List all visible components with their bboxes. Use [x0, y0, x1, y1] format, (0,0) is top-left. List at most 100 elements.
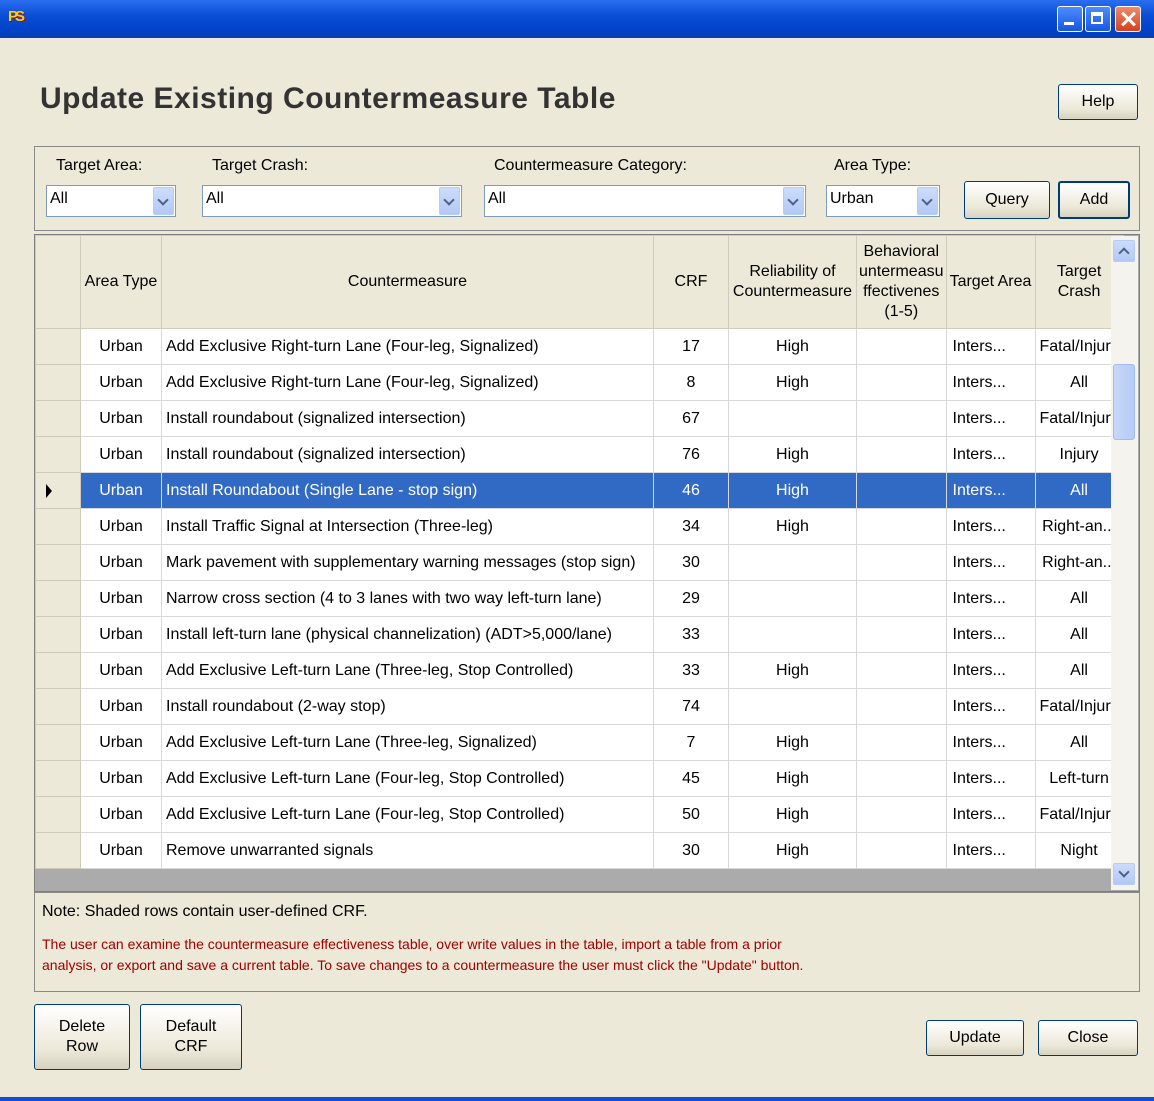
cell-target-crash[interactable]: Injury: [1034, 436, 1124, 473]
cell-crf[interactable]: 33: [653, 616, 729, 653]
cell-countermeasure[interactable]: Install roundabout (signalized intersect…: [161, 436, 654, 473]
cell-crf[interactable]: 30: [653, 832, 729, 869]
cell-behavioral[interactable]: [856, 832, 947, 869]
cell-crf[interactable]: 29: [653, 580, 729, 617]
cell-area-type[interactable]: Urban: [80, 832, 162, 869]
cell-behavioral[interactable]: [856, 652, 947, 689]
delete-row-button[interactable]: Delete Row: [34, 1004, 130, 1070]
cell-countermeasure[interactable]: Install left-turn lane (physical channel…: [161, 616, 654, 653]
cell-area-type[interactable]: Urban: [80, 436, 162, 473]
cell-crf[interactable]: 50: [653, 796, 729, 833]
cell-reliability[interactable]: High: [728, 508, 857, 545]
cell-crf[interactable]: 30: [653, 544, 729, 581]
cell-target-crash[interactable]: Fatal/Injury: [1034, 328, 1124, 365]
cell-reliability[interactable]: [728, 616, 857, 653]
cell-target-crash[interactable]: Left-turn: [1034, 760, 1124, 797]
cell-crf[interactable]: 8: [653, 364, 729, 401]
column-header-reliability[interactable]: Reliability of Countermeasure: [728, 235, 857, 329]
table-row[interactable]: Urban Add Exclusive Left-turn Lane (Three…: [35, 652, 1124, 689]
cell-reliability[interactable]: High: [728, 652, 857, 689]
table-row[interactable]: Urban Install Roundabout (Single Lane - s…: [35, 472, 1124, 509]
chevron-down-icon[interactable]: [439, 187, 460, 215]
cell-behavioral[interactable]: [856, 580, 947, 617]
cell-behavioral[interactable]: [856, 616, 947, 653]
close-window-button[interactable]: [1115, 6, 1141, 32]
table-row[interactable]: Urban Add Exclusive Right-turn Lane (Four…: [35, 328, 1124, 365]
cell-area-type[interactable]: Urban: [80, 652, 162, 689]
cell-target-area[interactable]: Inters...: [945, 400, 1036, 437]
title-bar[interactable]: PS: [0, 0, 1154, 38]
cell-area-type[interactable]: Urban: [80, 544, 162, 581]
cell-target-crash[interactable]: Fatal/Injury: [1034, 400, 1124, 437]
table-row[interactable]: Urban Add Exclusive Left-turn Lane (Four-…: [35, 760, 1124, 797]
cell-target-crash[interactable]: All: [1034, 364, 1124, 401]
cell-reliability[interactable]: High: [728, 436, 857, 473]
cell-target-area[interactable]: Inters...: [945, 796, 1036, 833]
cell-reliability[interactable]: High: [728, 724, 857, 761]
cell-reliability[interactable]: High: [728, 796, 857, 833]
default-crf-button[interactable]: Default CRF: [140, 1004, 242, 1070]
cell-countermeasure[interactable]: Add Exclusive Right-turn Lane (Four-leg,…: [161, 364, 654, 401]
cell-crf[interactable]: 17: [653, 328, 729, 365]
chevron-down-icon[interactable]: [783, 187, 804, 215]
row-selector[interactable]: [35, 724, 81, 761]
column-header-target-crash[interactable]: Target Crash: [1034, 235, 1124, 329]
chevron-down-icon[interactable]: [153, 187, 174, 215]
row-selector[interactable]: [35, 832, 81, 869]
cell-target-area[interactable]: Inters...: [945, 688, 1036, 725]
row-selector[interactable]: [35, 616, 81, 653]
table-row[interactable]: Urban Install roundabout (signalized inte…: [35, 400, 1124, 437]
cell-countermeasure[interactable]: Install Traffic Signal at Intersection (…: [161, 508, 654, 545]
cell-behavioral[interactable]: [856, 760, 947, 797]
cell-target-crash[interactable]: Right-an...: [1034, 508, 1124, 545]
cell-target-crash[interactable]: All: [1034, 472, 1124, 509]
cell-reliability[interactable]: High: [728, 832, 857, 869]
cell-area-type[interactable]: Urban: [80, 688, 162, 725]
close-button[interactable]: Close: [1038, 1020, 1138, 1056]
table-row[interactable]: Urban Install left-turn lane (physical ch…: [35, 616, 1124, 653]
cell-crf[interactable]: 45: [653, 760, 729, 797]
cell-countermeasure[interactable]: Mark pavement with supplementary warning…: [161, 544, 654, 581]
cell-behavioral[interactable]: [856, 508, 947, 545]
cell-behavioral[interactable]: [856, 544, 947, 581]
cell-crf[interactable]: 46: [653, 472, 729, 509]
cell-crf[interactable]: 34: [653, 508, 729, 545]
row-selector[interactable]: [35, 760, 81, 797]
cell-target-crash[interactable]: All: [1034, 580, 1124, 617]
maximize-button[interactable]: [1085, 6, 1111, 32]
column-header-crf[interactable]: CRF: [653, 235, 729, 329]
row-selector[interactable]: [35, 472, 81, 509]
cell-countermeasure[interactable]: Add Exclusive Left-turn Lane (Three-leg,…: [161, 724, 654, 761]
cell-countermeasure[interactable]: Add Exclusive Left-turn Lane (Three-leg,…: [161, 652, 654, 689]
cell-behavioral[interactable]: [856, 436, 947, 473]
scroll-thumb[interactable]: [1113, 364, 1135, 440]
cell-target-crash[interactable]: Right-an...: [1034, 544, 1124, 581]
row-selector[interactable]: [35, 400, 81, 437]
vertical-scrollbar[interactable]: [1111, 236, 1138, 890]
cell-area-type[interactable]: Urban: [80, 472, 162, 509]
cell-countermeasure[interactable]: Install Roundabout (Single Lane - stop s…: [161, 472, 654, 509]
table-row[interactable]: Urban Install roundabout (signalized inte…: [35, 436, 1124, 473]
cell-target-area[interactable]: Inters...: [945, 544, 1036, 581]
cell-behavioral[interactable]: [856, 364, 947, 401]
cell-target-area[interactable]: Inters...: [945, 508, 1036, 545]
target-area-select[interactable]: All: [46, 185, 176, 217]
cell-crf[interactable]: 33: [653, 652, 729, 689]
column-header-target-area[interactable]: Target Area: [945, 235, 1036, 329]
cell-reliability[interactable]: High: [728, 364, 857, 401]
row-selector[interactable]: [35, 652, 81, 689]
cell-target-area[interactable]: Inters...: [945, 328, 1036, 365]
cell-reliability[interactable]: High: [728, 760, 857, 797]
row-selector[interactable]: [35, 544, 81, 581]
scroll-up-icon[interactable]: [1113, 240, 1135, 262]
cell-countermeasure[interactable]: Add Exclusive Left-turn Lane (Four-leg, …: [161, 796, 654, 833]
cell-countermeasure[interactable]: Remove unwarranted signals: [161, 832, 654, 869]
area-type-select[interactable]: Urban: [826, 185, 940, 217]
row-selector[interactable]: [35, 796, 81, 833]
cell-target-area[interactable]: Inters...: [945, 580, 1036, 617]
cell-area-type[interactable]: Urban: [80, 760, 162, 797]
cell-target-area[interactable]: Inters...: [945, 364, 1036, 401]
update-button[interactable]: Update: [926, 1020, 1024, 1056]
cell-target-area[interactable]: Inters...: [945, 724, 1036, 761]
table-row[interactable]: Urban Mark pavement with supplementary wa…: [35, 544, 1124, 581]
